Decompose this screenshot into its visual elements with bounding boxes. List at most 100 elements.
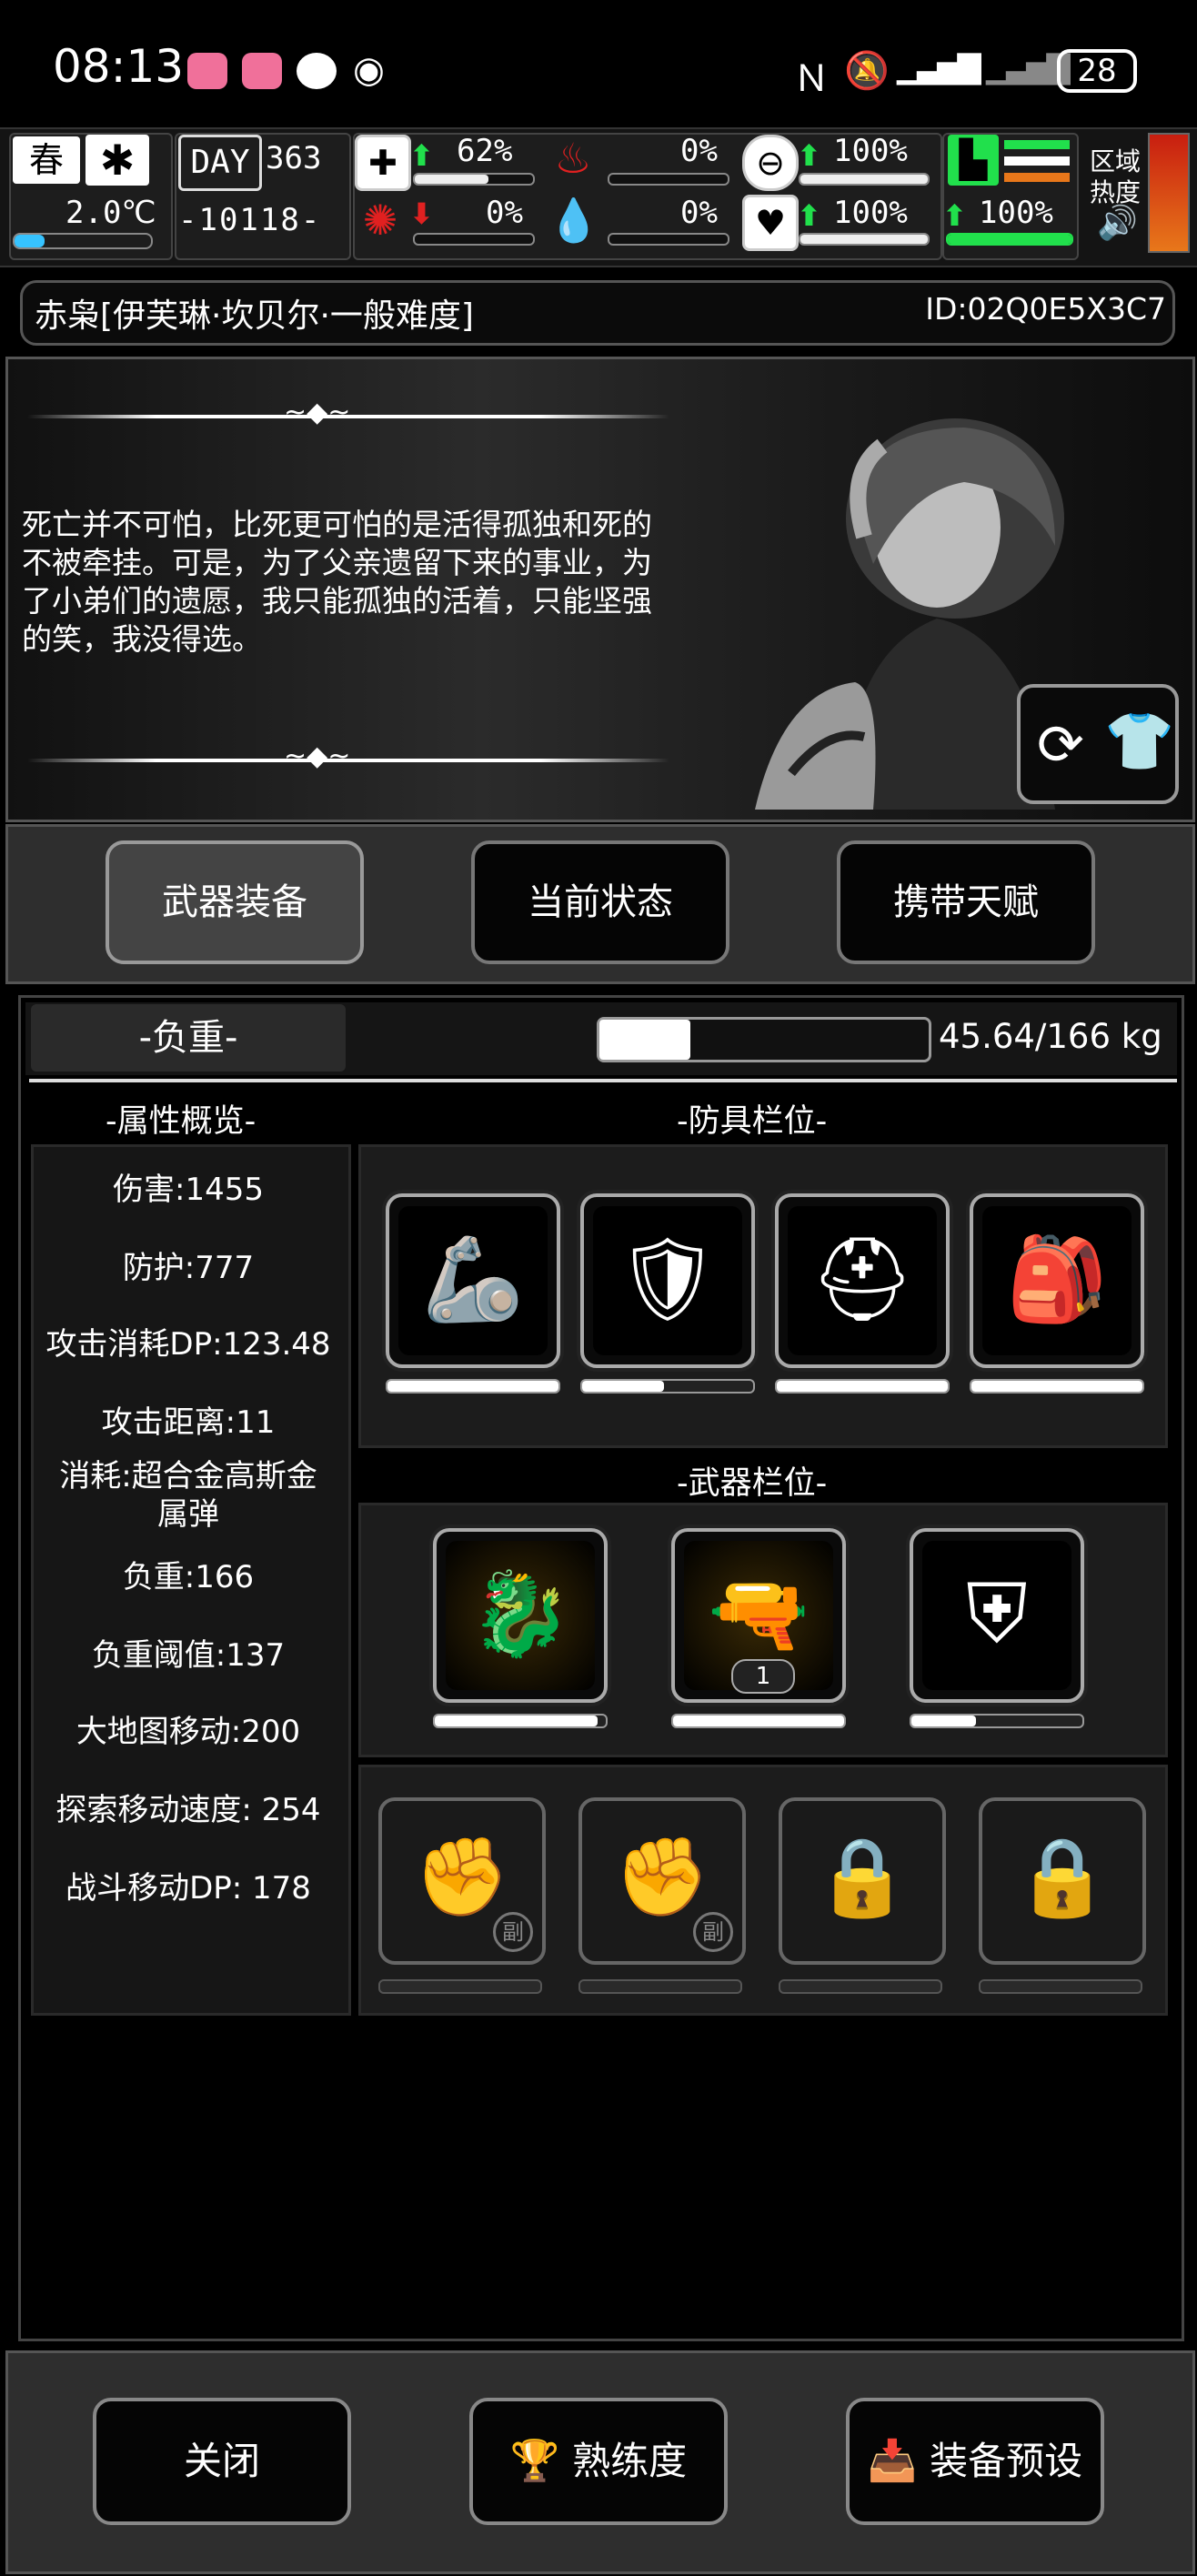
durability-bar [580, 1379, 755, 1394]
bilibili-icon [187, 53, 227, 89]
durability-bar [671, 1714, 846, 1728]
chest-armor-icon: 🛡 [615, 1232, 720, 1327]
secondary-slot[interactable]: ✊ 副 [378, 1797, 546, 1965]
outfit-swap-button[interactable]: ⟳ 👕 [1017, 684, 1179, 804]
equipment-slot[interactable]: 🔫 1 [671, 1528, 846, 1703]
blood-value: 0% [680, 195, 718, 231]
weapon-section-title: -武器栏位- [677, 1465, 828, 1502]
ornament-icon: ~◆~ [284, 740, 351, 772]
close-button[interactable]: 关闭 [93, 2398, 351, 2525]
equipment-preset-button[interactable]: 📥 装备预设 [846, 2398, 1104, 2525]
attr-defense: 防护:777 [122, 1250, 255, 1286]
stamina-stripe [1004, 156, 1070, 166]
tab-current-status[interactable]: 当前状态 [471, 840, 729, 964]
stamina-stripe [1004, 173, 1070, 182]
equipment-slot[interactable]: 🛡 [580, 1193, 755, 1368]
proficiency-button[interactable]: 🏆 熟练度 [469, 2398, 728, 2525]
secondary-badge: 副 [493, 1912, 533, 1952]
stamina-value: 100% [979, 195, 1053, 231]
armor-icon: ⊖ [742, 135, 799, 191]
food-value: 0% [680, 133, 718, 169]
attr-ammo: 消耗:超合金高斯金属弹 [59, 1458, 317, 1533]
equipment-slot[interactable]: ⛑ [775, 1193, 950, 1368]
armor-bar [799, 173, 930, 186]
day-label: DAY [178, 135, 262, 191]
eye-icon: ◉ [353, 49, 385, 91]
infection-bar [413, 233, 535, 246]
signal-icon: ▁▃▅▇ [986, 49, 1071, 86]
equipment-slot[interactable]: ⛨ [910, 1528, 1084, 1703]
attr-combat-move-dp: 战斗移动DP: 178 [65, 1870, 311, 1907]
character-id: ID:02Q0E5X3C7 [925, 291, 1166, 327]
proficiency-label: 熟练度 [572, 2439, 688, 2483]
equipment-slot[interactable]: 🐉 [433, 1528, 608, 1703]
load-bar [597, 1017, 931, 1062]
secondary-slot[interactable]: ✊ 副 [578, 1797, 746, 1965]
bilibili-icon [242, 53, 282, 89]
temperature: 2.0℃ [65, 195, 156, 231]
durability-bar [578, 1979, 742, 1994]
equipment-slot[interactable]: 🦾 [386, 1193, 560, 1368]
clock: 08:13 [53, 40, 185, 93]
shirt-icon: 👕 [1104, 708, 1175, 774]
fist-icon: ✊ [414, 1832, 510, 1921]
durability-bar [979, 1979, 1142, 1994]
secondary-badge: 副 [693, 1912, 733, 1952]
locked-slot[interactable]: 🔒 [979, 1797, 1146, 1965]
durability-bar [970, 1379, 1144, 1394]
chat-icon [297, 53, 337, 89]
trophy-icon: 🏆 [509, 2438, 560, 2484]
dragon-shield-icon: ⛨ [966, 1566, 1028, 1662]
ornament-icon: ~◆~ [284, 397, 351, 428]
load-label: -负重- [31, 1004, 346, 1072]
attr-damage: 伤害:1455 [113, 1172, 264, 1208]
health-value: 62% [457, 133, 513, 169]
divider [29, 1079, 1177, 1082]
nfc-icon: Ｎ [793, 58, 830, 100]
stamina-bar [946, 233, 1073, 246]
food-bar [608, 173, 729, 186]
helmet-icon: ⛑ [810, 1232, 915, 1327]
durability-bar [779, 1979, 942, 1994]
stomach-icon: ♨ [554, 134, 592, 183]
tab-weapon-equipment[interactable]: 武器装备 [106, 840, 364, 964]
durability-bar [386, 1379, 560, 1394]
heart-value: 100% [833, 195, 908, 231]
infection-value: 0% [486, 195, 523, 231]
arrow-up-icon: ⬆ [942, 198, 967, 233]
attr-attack-range: 攻击距离:11 [101, 1404, 276, 1441]
armor-section-title: -防具栏位- [677, 1103, 828, 1140]
attr-map-move: 大地图移动:200 [75, 1714, 301, 1750]
health-bar [413, 173, 535, 186]
boot-icon: ▙ [948, 135, 999, 186]
stamina-stripe [1004, 140, 1070, 149]
heart-icon: ♥ [742, 195, 799, 251]
dragon-staff-icon: 🐉 [468, 1566, 572, 1662]
durability-bar [775, 1379, 950, 1394]
attr-attack-dp: 攻击消耗DP:123.48 [45, 1326, 331, 1363]
refresh-icon: ⟳ [1037, 711, 1084, 778]
virus-icon: ✺ [362, 196, 398, 245]
blood-drop-icon: 💧 [548, 196, 600, 245]
battery-icon: 28 [1057, 49, 1137, 93]
durability-bar [378, 1979, 542, 1994]
download-box-icon: 📥 [867, 2438, 918, 2484]
fist-icon: ✊ [614, 1832, 710, 1921]
blood-bar [608, 233, 729, 246]
equipment-slot[interactable]: 🎒 [970, 1193, 1144, 1368]
signal-icon: ▁▃▅▇ [897, 49, 981, 86]
preset-label: 装备预设 [930, 2439, 1083, 2483]
day-number: 363 [266, 140, 322, 176]
locked-slot[interactable]: 🔒 [779, 1797, 946, 1965]
tab-carried-talents[interactable]: 携带天赋 [837, 840, 1095, 964]
arrow-up-icon: ⬆ [797, 198, 821, 233]
coordinate: -10118- [178, 202, 322, 238]
arrow-up-icon: ⬆ [797, 138, 821, 173]
item-count-badge: 1 [731, 1659, 795, 1694]
heat-gauge [1148, 133, 1190, 253]
heart-bar [799, 233, 930, 246]
backpack-icon: 🎒 [1005, 1232, 1109, 1327]
lock-icon: 🔒 [814, 1832, 910, 1921]
sound-icon[interactable]: 🔊 [1097, 204, 1138, 242]
character-quote: 死亡并不可怕，比死更可怕的是活得孤独和死的不被牵挂。可是，为了父亲遗留下来的事业… [22, 507, 652, 657]
